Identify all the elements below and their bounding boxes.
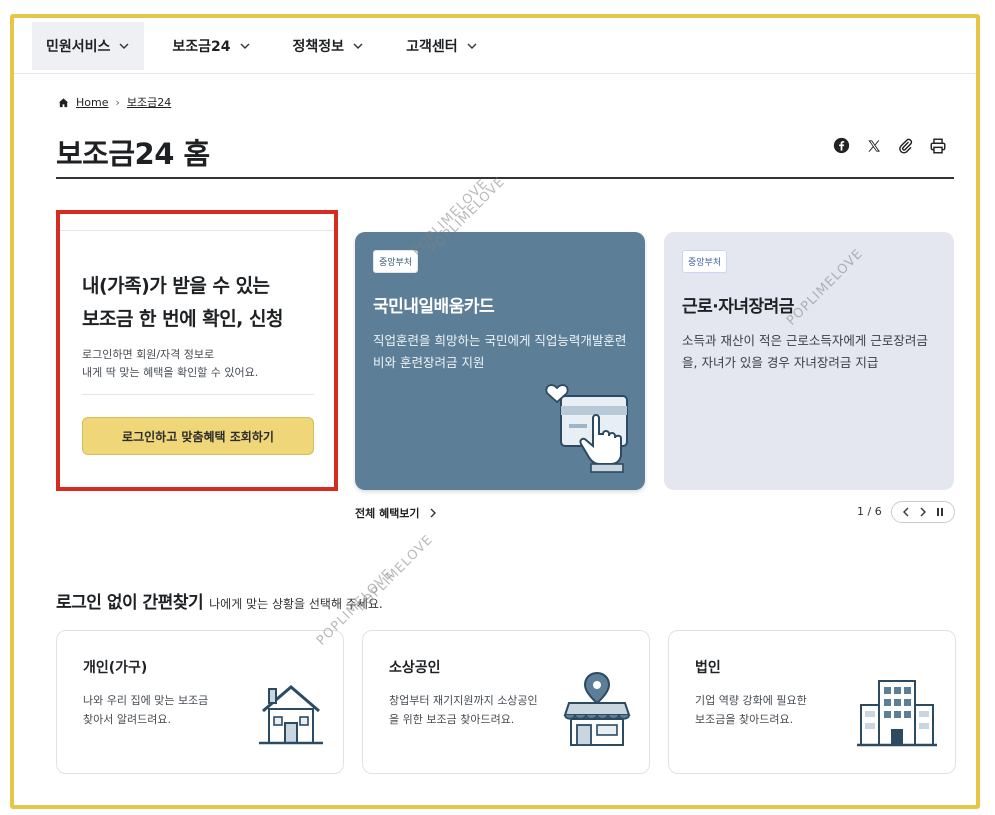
nav-item-policy-info[interactable]: 정책정보 <box>279 22 379 70</box>
next-chevron-icon[interactable] <box>919 507 927 517</box>
quick-find-tile-corporation[interactable]: 법인 기업 역량 강화에 필요한 보조금을 찾아드려요. <box>668 630 956 774</box>
agency-badge: 중앙부처 <box>682 250 728 273</box>
carousel-controls <box>891 501 955 523</box>
nav-item-customer-center[interactable]: 고객센터 <box>392 22 492 70</box>
agency-badge: 중앙부처 <box>373 250 419 273</box>
screenshot-frame: 민원서비스 보조금24 정책정보 고객센터 Home › 보조금24 보조금24… <box>10 14 980 809</box>
store-pin-icon <box>563 671 631 746</box>
chevron-down-icon <box>467 43 477 49</box>
benefit-card-title: 국민내일배움카드 <box>373 297 495 317</box>
chevron-right-icon <box>430 508 436 518</box>
login-benefit-box: 내(가족)가 받을 수 있는 보조금 한 번에 확인, 신청 로그인하면 회원/… <box>56 210 338 491</box>
login-box-top-line <box>60 230 334 231</box>
pause-icon[interactable] <box>936 507 944 517</box>
home-icon <box>58 97 69 107</box>
login-description: 로그인하면 회원/자격 정보로 내게 딱 맞는 혜택을 확인할 수 있어요. <box>82 348 259 379</box>
breadcrumb-home-link[interactable]: Home <box>76 96 108 109</box>
quick-find-tile-small-business[interactable]: 소상공인 창업부터 재기지원까지 소상공인 을 위한 보조금 찾아드려요. <box>362 630 650 774</box>
nav-item-subsidy24[interactable]: 보조금24 <box>158 22 264 70</box>
benefit-card-desc: 직업훈련을 희망하는 국민에게 직업능력개발훈련비와 훈련장려금 지원 <box>373 333 627 370</box>
login-custom-benefit-button[interactable]: 로그인하고 맞춤혜택 조회하기 <box>82 417 314 455</box>
chevron-down-icon <box>353 43 363 49</box>
quick-find-tile-individual[interactable]: 개인(가구) 나와 우리 집에 맞는 보조금 찾아서 알려드려요. <box>56 630 344 774</box>
page-title: 보조금24 홈 <box>56 137 210 171</box>
breadcrumb-current-link[interactable]: 보조금24 <box>127 94 171 110</box>
share-toolbar <box>832 136 947 155</box>
login-heading: 내(가족)가 받을 수 있는 보조금 한 번에 확인, 신청 <box>82 275 283 330</box>
card-hand-heart-icon <box>545 384 628 473</box>
x-icon[interactable] <box>864 136 883 155</box>
facebook-icon[interactable] <box>832 136 851 155</box>
benefit-card-desc: 소득과 재산이 적은 근로소득자에게 근로장려금을, 자녀가 있을 경우 자녀장… <box>682 333 928 370</box>
breadcrumb-separator-icon: › <box>115 95 120 109</box>
clip-icon[interactable] <box>896 136 915 155</box>
breadcrumb: Home › 보조금24 <box>58 94 171 110</box>
title-divider <box>56 177 954 179</box>
login-divider <box>82 394 314 395</box>
office-building-icon <box>857 680 937 747</box>
carousel-page-indicator: 1 / 6 <box>857 505 882 518</box>
house-icon <box>259 685 323 745</box>
prev-chevron-icon[interactable] <box>902 507 910 517</box>
benefit-card[interactable]: 중앙부처 근로·자녀장려금 소득과 재산이 적은 근로소득자에게 근로장려금을,… <box>664 232 954 490</box>
benefit-card-title: 근로·자녀장려금 <box>682 297 794 317</box>
print-icon[interactable] <box>928 136 947 155</box>
quick-find-heading: 로그인 없이 간편찾기 나에게 맞는 상황을 선택해 주세요. <box>56 593 383 613</box>
nav-item-civil-service[interactable]: 민원서비스 <box>32 22 145 70</box>
chevron-down-icon <box>240 43 250 49</box>
global-nav: 민원서비스 보조금24 정책정보 고객센터 <box>14 18 976 74</box>
benefit-card[interactable]: 중앙부처 국민내일배움카드 직업훈련을 희망하는 국민에게 직업능력개발훈련비와… <box>355 232 645 490</box>
view-all-benefits-link[interactable]: 전체 혜택보기 <box>355 505 437 521</box>
chevron-down-icon <box>119 43 129 49</box>
